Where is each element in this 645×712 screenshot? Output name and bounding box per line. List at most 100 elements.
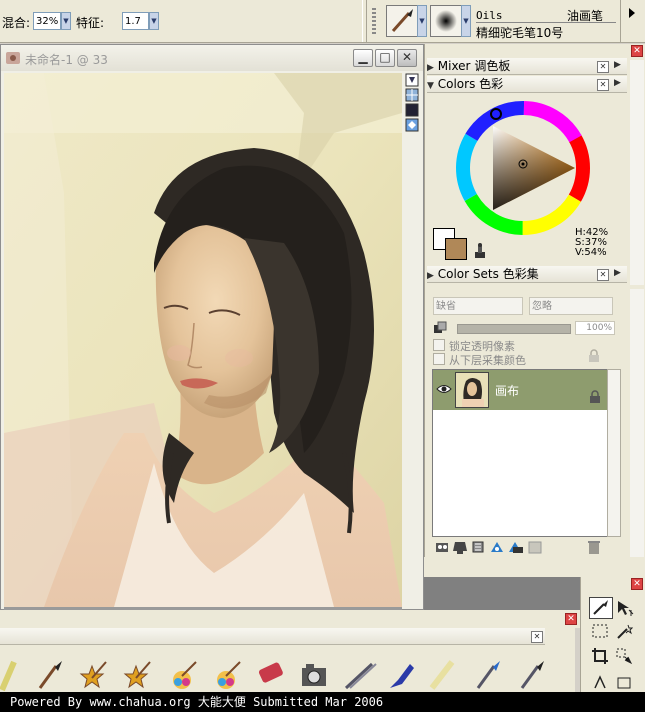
lock-transparency-checkbox[interactable] (433, 339, 445, 351)
color-sets-menu-icon[interactable]: ▶ (614, 268, 621, 278)
color-panel-scrollbar[interactable] (630, 60, 644, 285)
expanded-triangle-icon: ▼ (427, 81, 434, 91)
color-sets-label: Color Sets (437, 267, 499, 281)
eye-icon[interactable] (436, 383, 452, 395)
brush-selector-expander[interactable] (620, 0, 645, 42)
feature-input[interactable]: 1.7 (122, 12, 149, 30)
dab-preview-icon (435, 10, 457, 32)
oil-brush-icon (391, 9, 413, 32)
layers-panel-scrollbar[interactable] (630, 289, 644, 557)
maximize-button[interactable]: □ (375, 49, 395, 67)
close-button[interactable]: ✕ (397, 49, 417, 67)
vertical-scrollbar[interactable] (405, 140, 419, 605)
rectangle-selection-tool-icon[interactable] (591, 623, 609, 641)
layer-thumbnail (455, 372, 489, 408)
brush-library-panel: ✕ (0, 628, 575, 692)
brush-name-divider (476, 22, 616, 23)
pick-underlying-checkbox[interactable] (433, 353, 445, 365)
layer-thumbnail-image (462, 378, 484, 407)
brush-tool[interactable] (589, 597, 613, 619)
colors-label: Colors (437, 77, 476, 91)
property-bar: 混合: 32% ▼ 特征: 1.7 ▼ ▼ ▼ Oils 油画笔 精细驼毛笔10… (0, 0, 645, 43)
feature-dropdown-arrow[interactable]: ▼ (149, 12, 159, 30)
panel-gap (424, 557, 645, 577)
footer-credit: Powered By www.chahua.org 大能大便 Submitted… (0, 692, 645, 712)
close-toolbox-button[interactable]: ✕ (631, 578, 643, 590)
color-sets-close-icon[interactable]: ✕ (597, 269, 609, 281)
secondary-color-swatch[interactable] (445, 238, 467, 260)
lock-icon[interactable] (587, 349, 601, 363)
colors-menu-icon[interactable]: ▶ (614, 78, 621, 88)
brush-library-titlebar[interactable] (0, 628, 545, 645)
mixer-menu-icon[interactable]: ▶ (614, 60, 621, 70)
blend-dropdown-arrow[interactable]: ▼ (61, 12, 71, 30)
clone-color-icon[interactable] (471, 242, 489, 260)
colors-label-cn: 色彩 (479, 77, 504, 91)
brush-variant-button[interactable] (430, 5, 462, 37)
brush-variant-name[interactable]: 精细驼毛笔10号 (476, 24, 563, 41)
close-panel-button[interactable]: ✕ (631, 45, 643, 57)
opacity-input[interactable]: 100% (575, 321, 615, 335)
document-title: 未命名-1 @ 33 (25, 53, 108, 67)
portrait-painting-image (4, 73, 402, 607)
canvas-grid-icons[interactable] (405, 73, 419, 133)
layer-adjuster-tool-icon[interactable] (615, 599, 635, 617)
minimize-icon: ▁ (358, 50, 368, 64)
collapsed-triangle-icon: ▶ (427, 63, 434, 73)
magic-wand-tool-icon[interactable] (615, 623, 633, 641)
brush-category-icons[interactable] (0, 658, 570, 692)
layers-panel: 缺省 忽略 100% 锁定透明像素 从下层采集颜色 画布 (424, 289, 645, 557)
composite-depth-select[interactable]: 忽略 (529, 297, 613, 315)
brush-variant-arrow[interactable]: ▼ (461, 5, 471, 37)
brush-category-arrow[interactable]: ▼ (417, 5, 427, 37)
crop-tool-icon[interactable] (591, 647, 609, 665)
composite-method-select[interactable]: 缺省 (433, 297, 523, 315)
collapsed-triangle-icon: ▶ (427, 271, 434, 281)
grip-handle[interactable] (372, 8, 376, 34)
mixer-close-icon[interactable]: ✕ (597, 61, 609, 73)
shape-tool-icon[interactable] (615, 675, 633, 689)
toolbar-separator (362, 0, 367, 42)
hue-ring-with-triangle (456, 101, 590, 235)
pick-underlying-label: 从下层采集颜色 (449, 354, 526, 367)
lasso-tool-icon[interactable] (615, 647, 633, 665)
blend-input[interactable]: 32% (33, 12, 61, 30)
brush-category-name[interactable]: Oils (476, 9, 503, 22)
document-icon (6, 52, 20, 64)
opacity-slider[interactable] (457, 324, 571, 334)
layer-row[interactable]: 画布 (433, 370, 608, 410)
minimize-button[interactable]: ▁ (353, 49, 373, 67)
canvas-painting[interactable] (4, 73, 402, 607)
mixer-label-cn: 调色板 (474, 59, 511, 73)
color-wheel[interactable] (453, 98, 593, 238)
document-window: 未命名-1 @ 33 ▁ □ ✕ (0, 44, 424, 610)
layer-name[interactable]: 画布 (495, 382, 519, 399)
color-sets-label-cn: 色彩集 (502, 267, 539, 281)
brush-tool-icon (593, 600, 608, 615)
canvas-side-tools (405, 73, 419, 133)
value-value: V:54% (575, 247, 607, 258)
color-palette-panel: ✕ ▶ Mixer 调色板 ✕ ▶ ▼ Colors 色彩 ✕ ▶ H:42% … (424, 44, 645, 289)
trash-icon[interactable] (587, 539, 601, 555)
close-icon: ✕ (633, 579, 641, 589)
document-titlebar[interactable]: 未命名-1 @ 33 ▁ □ ✕ (1, 45, 423, 71)
blend-label: 混合: (2, 16, 31, 30)
close-brush-library-button[interactable]: ✕ (565, 613, 577, 625)
layer-list-scrollbar[interactable] (607, 369, 621, 537)
toolbox-panel: ✕ (580, 577, 645, 692)
mixer-label: Mixer (437, 59, 471, 73)
colors-close-icon[interactable]: ✕ (597, 79, 609, 91)
layer-lock-icon[interactable] (589, 390, 601, 404)
layer-attributes-icon[interactable] (433, 321, 447, 335)
brush-library-close-icon[interactable]: ✕ (531, 631, 543, 643)
close-icon: ✕ (401, 50, 413, 64)
opacity-slider-fill (458, 325, 570, 333)
brush-library-header: ✕ (0, 610, 580, 628)
brush-category-button[interactable] (386, 5, 418, 37)
text-tool-icon[interactable] (591, 675, 609, 689)
hsv-readout: H:42% S:37% V:54% (575, 228, 608, 258)
maximize-icon: □ (379, 50, 391, 64)
close-icon: ✕ (633, 46, 641, 56)
close-icon: ✕ (567, 614, 575, 624)
layer-action-icons[interactable] (435, 539, 545, 555)
